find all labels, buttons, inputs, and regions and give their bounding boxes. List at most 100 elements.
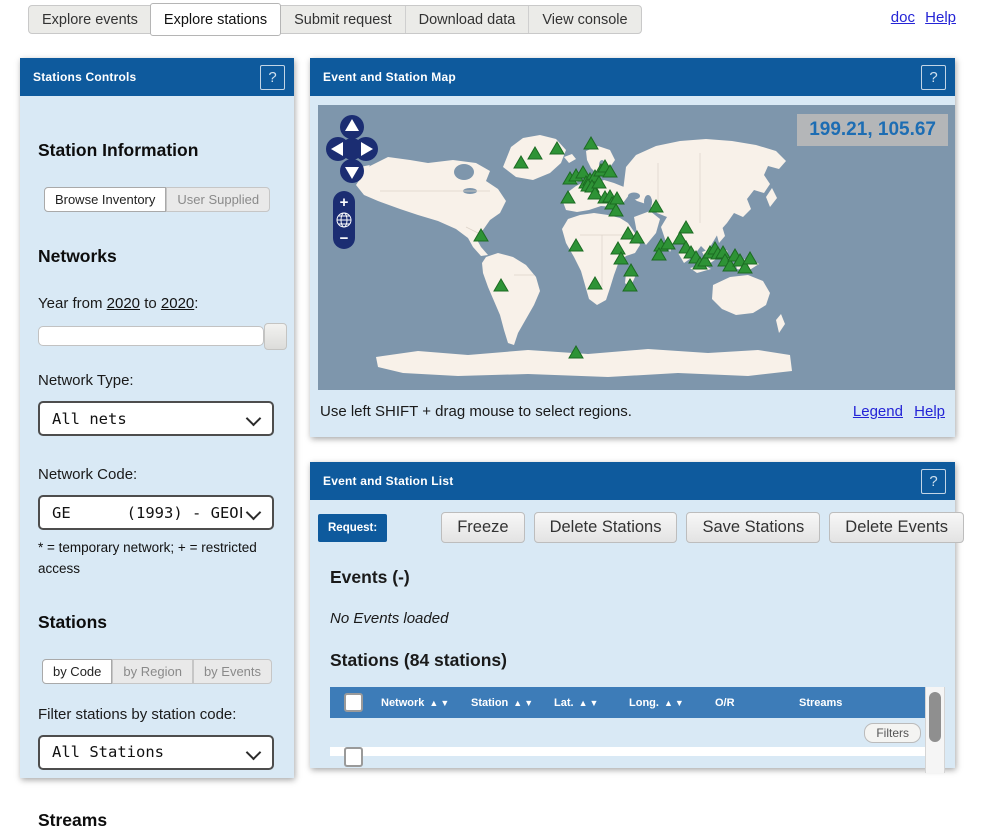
year-suffix: :: [194, 295, 198, 312]
header-links: doc Help: [885, 9, 956, 26]
table-row: [330, 747, 925, 756]
column-label: Lat.: [554, 697, 574, 709]
slider-handle[interactable]: [264, 323, 287, 350]
sort-asc-icon[interactable]: ▲: [664, 698, 675, 708]
tab-explore-stations[interactable]: Explore stations: [150, 3, 281, 36]
network-note: * = temporary network; + = restricted ac…: [38, 538, 278, 580]
zoom-control[interactable]: + −: [333, 191, 355, 249]
event-station-list-panel: Event and Station List ? Request: Freeze…: [310, 462, 955, 768]
map-panel-header: Event and Station Map ?: [310, 58, 955, 96]
event-station-map-panel: Event and Station Map ?: [310, 58, 955, 437]
network-code-label: Network Code:: [38, 466, 276, 483]
map-links: Legend Help: [846, 403, 945, 420]
zoom-out-icon[interactable]: −: [340, 230, 349, 247]
events-heading: Events (-): [330, 567, 947, 588]
list-action-buttons: Freeze Delete Stations Save Stations Del…: [441, 512, 964, 543]
network-code-select[interactable]: GE (1993) - GEOFON: [38, 495, 274, 530]
networks-heading: Networks: [38, 246, 276, 267]
year-prefix: Year from: [38, 295, 107, 312]
by-region-button[interactable]: by Region: [112, 659, 193, 684]
filters-button[interactable]: Filters: [864, 723, 921, 743]
by-events-button[interactable]: by Events: [193, 659, 272, 684]
freeze-button[interactable]: Freeze: [441, 512, 524, 543]
stations-controls-panel: Stations Controls ? Station Information …: [20, 58, 294, 778]
stations-table-header: Network ▲▼ Station ▲▼ Lat. ▲▼ Long. ▲▼ O…: [330, 687, 925, 718]
sort-icons[interactable]: ▲▼: [429, 698, 451, 708]
inventory-toggle-group: Browse Inventory User Supplied: [38, 187, 276, 212]
main-tab-bar: Explore events Explore stations Submit r…: [28, 5, 642, 34]
events-empty-text: No Events loaded: [330, 610, 947, 627]
column-header-streams: Streams: [799, 697, 925, 709]
year-infix: to: [140, 295, 161, 312]
year-range-slider[interactable]: [38, 326, 264, 346]
doc-link[interactable]: doc: [891, 9, 915, 26]
column-header-lat: Lat. ▲▼: [554, 697, 629, 709]
sort-icons[interactable]: ▲▼: [664, 698, 686, 708]
table-scrollbar[interactable]: [925, 687, 945, 773]
station-filter-select[interactable]: All Stations: [38, 735, 274, 770]
column-label: Streams: [799, 697, 842, 709]
tab-view-console[interactable]: View console: [528, 6, 640, 33]
save-stations-button[interactable]: Save Stations: [686, 512, 820, 543]
panel-help-button[interactable]: ?: [921, 65, 946, 90]
column-header-station: Station ▲▼: [471, 697, 554, 709]
stations-table: Network ▲▼ Station ▲▼ Lat. ▲▼ Long. ▲▼ O…: [330, 687, 945, 756]
year-to-link[interactable]: 2020: [161, 295, 194, 312]
map-help-link[interactable]: Help: [914, 403, 945, 420]
column-label: Long.: [629, 697, 659, 709]
panel-title: Event and Station List: [323, 474, 453, 488]
map-hint-text: Use left SHIFT + drag mouse to select re…: [320, 403, 632, 420]
delete-events-button[interactable]: Delete Events: [829, 512, 964, 543]
browse-inventory-button[interactable]: Browse Inventory: [44, 187, 166, 212]
mouse-coordinates-readout: 199.21, 105.67: [797, 114, 948, 146]
request-button[interactable]: Request:: [318, 514, 387, 542]
station-information-heading: Station Information: [38, 140, 276, 161]
column-label: Station: [471, 697, 508, 709]
station-filter-value: All Stations: [52, 743, 164, 761]
column-label: O/R: [715, 697, 735, 709]
stations-controls-header: Stations Controls ?: [20, 58, 294, 96]
sort-desc-icon[interactable]: ▼: [440, 698, 451, 708]
year-range-label: Year from 2020 to 2020:: [38, 295, 276, 312]
column-label: Network: [381, 697, 424, 709]
sort-icons[interactable]: ▲▼: [513, 698, 535, 708]
panel-title: Stations Controls: [33, 70, 136, 84]
help-link[interactable]: Help: [925, 9, 956, 26]
legend-link[interactable]: Legend: [853, 403, 903, 420]
streams-heading: Streams: [38, 810, 276, 831]
sort-asc-icon[interactable]: ▲: [429, 698, 440, 708]
network-type-select[interactable]: All nets: [38, 401, 274, 436]
sort-asc-icon[interactable]: ▲: [513, 698, 524, 708]
stations-list-heading: Stations (84 stations): [330, 650, 947, 671]
world-map[interactable]: + − 199.21, 105.67: [318, 105, 955, 390]
list-panel-header: Event and Station List ?: [310, 462, 955, 500]
panel-help-button[interactable]: ?: [921, 469, 946, 494]
panel-help-button[interactable]: ?: [260, 65, 285, 90]
column-header-network: Network ▲▼: [381, 697, 471, 709]
network-code-value: GE (1993) - GEOFON: [52, 504, 242, 522]
column-header-long: Long. ▲▼: [629, 697, 685, 709]
zoom-in-icon[interactable]: +: [340, 194, 349, 211]
scrollbar-thumb[interactable]: [929, 692, 941, 742]
user-supplied-button[interactable]: User Supplied: [166, 187, 270, 212]
station-mode-toggle-group: by Code by Region by Events: [38, 659, 276, 684]
panel-title: Event and Station Map: [323, 70, 456, 84]
row-checkbox[interactable]: [344, 747, 363, 767]
sort-icons[interactable]: ▲▼: [579, 698, 601, 708]
network-type-label: Network Type:: [38, 372, 276, 389]
column-header-or: O/R: [685, 697, 799, 709]
world-map-svg: + −: [318, 105, 955, 390]
tab-explore-events[interactable]: Explore events: [29, 6, 151, 33]
select-all-checkbox[interactable]: [344, 693, 363, 712]
delete-stations-button[interactable]: Delete Stations: [534, 512, 678, 543]
sort-desc-icon[interactable]: ▼: [524, 698, 535, 708]
stations-heading: Stations: [38, 612, 276, 633]
by-code-button[interactable]: by Code: [42, 659, 112, 684]
tab-download-data[interactable]: Download data: [405, 6, 529, 33]
tab-submit-request[interactable]: Submit request: [280, 6, 405, 33]
station-filter-label: Filter stations by station code:: [38, 706, 276, 723]
sort-desc-icon[interactable]: ▼: [589, 698, 600, 708]
network-type-value: All nets: [52, 410, 127, 428]
year-from-link[interactable]: 2020: [107, 295, 140, 312]
sort-asc-icon[interactable]: ▲: [579, 698, 590, 708]
